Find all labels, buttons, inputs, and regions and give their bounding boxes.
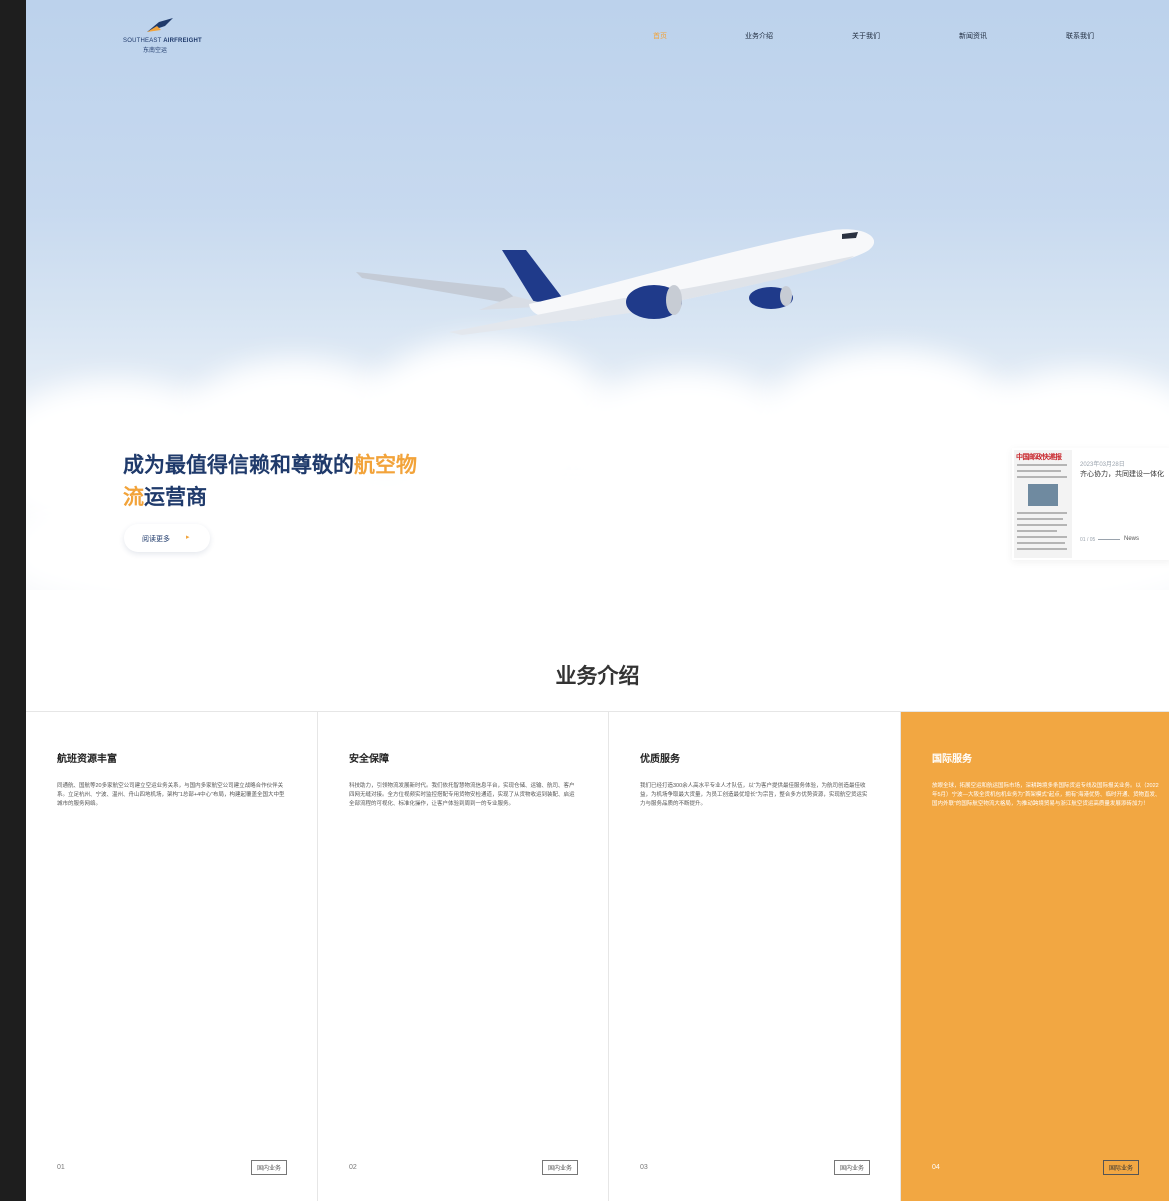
logo-text-en: SOUTHEAST AIRFREIGHT (123, 38, 202, 44)
business-cards: 航班资源丰富 同通航、国航等20多家航空公司建立空运业务关系，与国内多家航空公司… (26, 711, 1169, 1201)
thumbnail-line (1017, 530, 1057, 532)
card-tag-button[interactable]: 国内业务 (250, 1160, 287, 1175)
nav-item-about[interactable]: 关于我们 (852, 31, 880, 41)
thumbnail-line (1017, 464, 1067, 466)
news-label: News (1124, 536, 1140, 542)
card-number: 01 (57, 1164, 65, 1171)
arrow-right-icon: ▸ (186, 534, 190, 541)
hero-banner: SOUTHEAST AIRFREIGHT 东南空运 首页 业务介绍 关于我们 新… (26, 0, 1169, 590)
hero-slogan: 成为最值得信赖和尊敬的航空物 流运营商 (123, 450, 417, 514)
airplane-image (356, 229, 874, 335)
card-title: 航班资源丰富 (57, 754, 117, 765)
top-nav: SOUTHEAST AIRFREIGHT 东南空运 首页 业务介绍 关于我们 新… (26, 0, 1169, 70)
business-card-highlighted[interactable]: 国际服务 放眼全球，拓展空运和航运国际市场，深耕跨境多条国际货运专线及国际报关业… (901, 712, 1169, 1201)
news-thumbnail: 中国邮政快递报 (1014, 450, 1072, 558)
card-tag-button[interactable]: 国内业务 (541, 1160, 578, 1175)
news-pagination: 01 / 05 (1080, 537, 1096, 543)
slogan-highlight: 流 (123, 486, 144, 509)
read-more-label: 阅读更多 (142, 536, 170, 543)
news-title[interactable]: 齐心协力，共同建设一体化 (1080, 469, 1164, 479)
logo[interactable]: SOUTHEAST AIRFREIGHT 东南空运 (123, 18, 203, 58)
business-card[interactable]: 航班资源丰富 同通航、国航等20多家航空公司建立空运业务关系，与国内多家航空公司… (26, 712, 318, 1201)
nav-item-business[interactable]: 业务介绍 (745, 31, 773, 41)
thumbnail-line (1017, 518, 1063, 520)
thumbnail-line (1017, 476, 1067, 478)
thumbnail-line (1017, 512, 1067, 514)
thumbnail-line (1017, 548, 1067, 550)
page: SOUTHEAST AIRFREIGHT 东南空运 首页 业务介绍 关于我们 新… (26, 0, 1169, 1201)
thumbnail-masthead: 中国邮政快递报 (1016, 454, 1062, 461)
thumbnail-line (1017, 524, 1067, 526)
slogan-text: 运营商 (144, 486, 207, 509)
slogan-text: 成为最值得信赖和尊敬的 (123, 454, 354, 477)
card-title: 优质服务 (640, 754, 680, 765)
slogan-highlight: 航空物 (354, 454, 417, 477)
card-number: 02 (349, 1164, 357, 1171)
business-card[interactable]: 安全保障 科技助力，引领物流发展新时代。我们依托智慧物流信息平台，实现仓储、运输… (318, 712, 609, 1201)
nav-item-contact[interactable]: 联系我们 (1066, 31, 1094, 41)
news-date: 2023年03月28日 (1080, 462, 1125, 468)
nav-item-home[interactable]: 首页 (653, 31, 667, 41)
business-card[interactable]: 优质服务 我们已经打造300余人高水平专业人才队伍，以“为客户提供最佳服务体验，… (609, 712, 901, 1201)
thumbnail-photo (1028, 484, 1058, 506)
thumbnail-line (1017, 542, 1065, 544)
card-tag-button[interactable]: 国内业务 (833, 1160, 870, 1175)
logo-text-cn: 东南空运 (143, 48, 168, 54)
section-title: 业务介绍 (555, 665, 640, 688)
read-more-button[interactable]: 阅读更多 ▸ (124, 524, 210, 552)
card-description: 放眼全球，拓展空运和航运国际市场，深耕跨境多条国际货运专线及国际报关业务。以（2… (932, 783, 1161, 807)
card-number: 04 (932, 1164, 940, 1171)
divider (1098, 539, 1120, 540)
card-title: 安全保障 (349, 754, 389, 765)
card-title: 国际服务 (932, 754, 972, 765)
card-description: 我们已经打造300余人高水平专业人才队伍，以“为客户提供最佳服务体验，为航司创造… (640, 783, 868, 807)
card-number: 03 (640, 1164, 648, 1171)
logo-icon (147, 18, 173, 32)
news-card[interactable]: 中国邮政快递报 2023年03月28日 齐心协力，共同建设一体化 01 / 05… (1012, 448, 1169, 560)
card-tag-button[interactable]: 国际业务 (1102, 1160, 1139, 1175)
thumbnail-line (1017, 470, 1061, 472)
thumbnail-line (1017, 536, 1067, 538)
card-description: 同通航、国航等20多家航空公司建立空运业务关系，与国内多家航空公司建立战略合作伙… (57, 783, 285, 807)
card-description: 科技助力，引领物流发展新时代。我们依托智慧物流信息平台，实现仓储、运输、航司、客… (349, 783, 575, 807)
nav-item-news[interactable]: 新闻资讯 (959, 31, 987, 41)
